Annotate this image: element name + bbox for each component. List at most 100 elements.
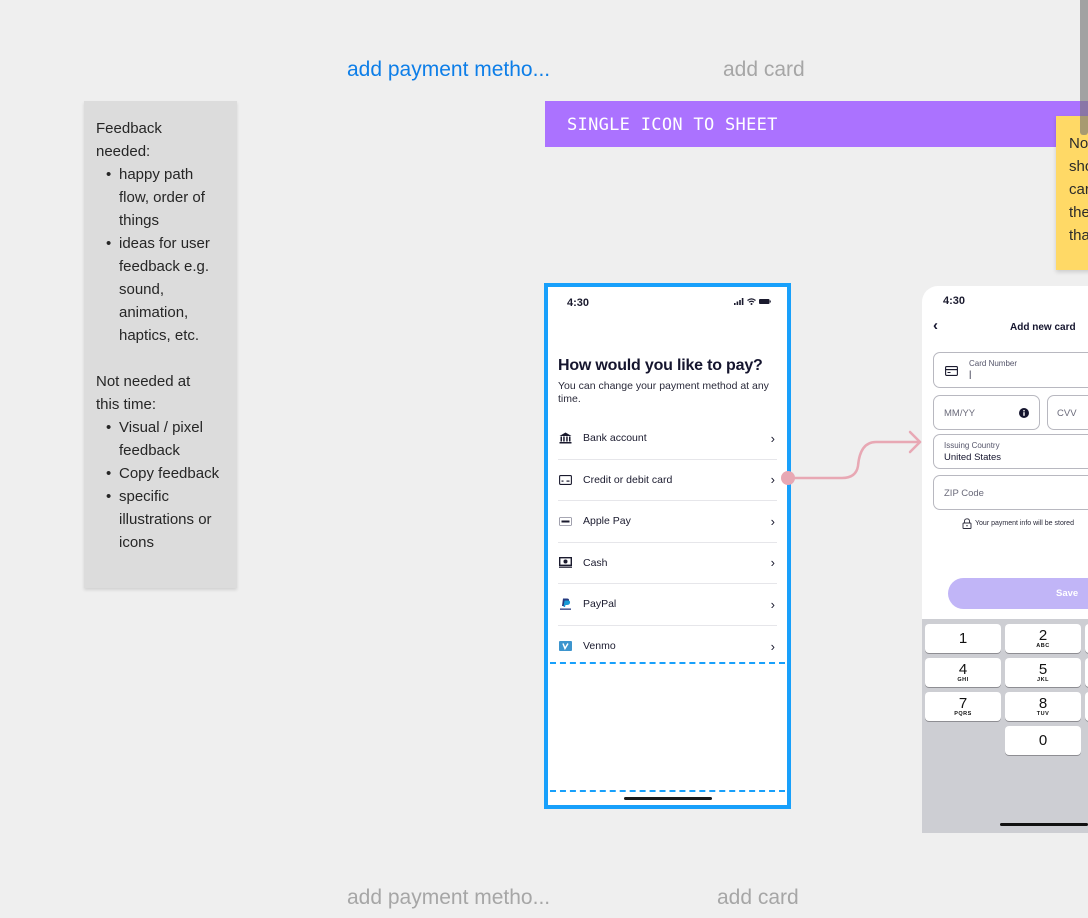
status-time: 4:30 — [943, 295, 966, 307]
chevron-right-icon: › — [770, 638, 775, 654]
home-indicator — [624, 797, 712, 800]
sticky-line: car — [1069, 181, 1088, 198]
cash-icon — [558, 557, 572, 569]
list-item: Visual / pixel feedback — [96, 416, 225, 462]
country-label: Issuing Country — [944, 441, 1000, 450]
expiry-field[interactable]: MM/YY — [933, 395, 1040, 430]
card-number-field[interactable]: Card Number | — [933, 352, 1088, 388]
payment-method-venmo[interactable]: Venmo › — [558, 626, 777, 668]
info-icon[interactable] — [1019, 408, 1029, 418]
zip-code-field[interactable]: ZIP Code — [933, 475, 1088, 510]
payment-method-label: Venmo — [583, 640, 616, 653]
list-item: happy path flow, order of things — [96, 163, 225, 232]
key-5[interactable]: 5 JKL — [1005, 658, 1081, 687]
sticky-heading-not-needed: Not needed at this time: — [96, 373, 191, 413]
wifi-icon — [747, 298, 756, 305]
status-time: 4:30 — [567, 297, 590, 309]
scroll-boundary-bottom — [550, 790, 785, 792]
key-4[interactable]: 4 GHI — [925, 658, 1001, 687]
payment-method-label: Bank account — [583, 432, 647, 445]
key-letters: JKL — [1037, 676, 1049, 683]
secure-note: Your payment info will be stored — [962, 518, 1074, 529]
issuing-country-select[interactable]: Issuing Country United States — [933, 434, 1088, 469]
home-indicator — [1000, 823, 1088, 826]
key-2[interactable]: 2 ABC — [1005, 624, 1081, 653]
payment-method-list: Bank account › Credit or debit card › Ap… — [558, 418, 777, 667]
card-number-cursor: | — [969, 369, 972, 379]
zip-placeholder: ZIP Code — [944, 488, 984, 499]
key-number: 5 — [1038, 660, 1048, 678]
sticky-line: tha — [1069, 227, 1088, 244]
prototype-connector[interactable] — [780, 420, 925, 490]
payment-method-label: Credit or debit card — [583, 473, 673, 486]
bank-icon — [558, 432, 572, 444]
key-8[interactable]: 8 TUV — [1005, 692, 1081, 721]
key-letters: GHI — [957, 676, 969, 683]
venmo-icon — [558, 640, 572, 652]
frame-label-add-card-bottom[interactable]: add card — [717, 886, 799, 910]
sticky-line: the — [1069, 204, 1088, 221]
back-icon[interactable]: ‹ — [933, 318, 938, 333]
sticky-line: No — [1069, 135, 1088, 152]
frame-label-add-payment-method[interactable]: add payment metho... — [347, 58, 550, 82]
sticky-heading-needed: Feedback needed: — [96, 120, 162, 160]
numeric-keypad: 1 2 ABC 4 GHI 5 JKL 7 PQRS 8 TUV 0 — [922, 619, 1088, 833]
page-title: How would you like to pay? — [558, 357, 763, 374]
phone-screen: 4:30 How would you like to pay? You can … — [548, 287, 787, 805]
key-letters: TUV — [1036, 710, 1050, 717]
section-banner[interactable]: SINGLE ICON TO SHEET — [545, 101, 1088, 147]
frame-label-add-card[interactable]: add card — [723, 58, 805, 82]
not-needed-list: Visual / pixel feedback Copy feedback sp… — [96, 416, 225, 554]
key-number: 0 — [1038, 732, 1048, 749]
payment-method-bank-account[interactable]: Bank account › — [558, 418, 777, 460]
card-number-label: Card Number — [969, 359, 1018, 368]
payment-method-credit-card[interactable]: Credit or debit card › — [558, 460, 777, 501]
paypal-icon — [558, 598, 572, 610]
status-icons — [734, 298, 771, 305]
key-1[interactable]: 1 — [925, 624, 1001, 653]
payment-method-label: Apple Pay — [583, 515, 631, 528]
key-letters: PQRS — [954, 710, 972, 717]
battery-icon — [759, 299, 771, 304]
chevron-right-icon: › — [770, 430, 775, 446]
card-icon — [945, 366, 958, 376]
payment-method-paypal[interactable]: PayPal › — [558, 584, 777, 626]
key-number: 1 — [958, 630, 968, 647]
key-number: 2 — [1038, 626, 1048, 644]
secure-note-text: Your payment info will be stored — [975, 520, 1074, 527]
expiry-placeholder: MM/YY — [944, 408, 976, 419]
payment-method-apple-pay[interactable]: Apple Pay › — [558, 501, 777, 543]
key-letters: ABC — [1036, 642, 1050, 649]
signal-icon — [734, 298, 744, 305]
phone-frame-payment-method[interactable]: 4:30 How would you like to pay? You can … — [544, 283, 791, 809]
list-item: Copy feedback — [96, 462, 225, 485]
payment-method-label: Cash — [583, 556, 608, 569]
list-item: ideas for user feedback e.g. sound, anim… — [96, 232, 225, 347]
cvv-placeholder: CVV — [1057, 408, 1077, 419]
scroll-boundary-top — [550, 662, 785, 664]
connector-line — [786, 440, 922, 480]
phone-frame-add-card[interactable]: 4:30 ‹ Add new card Card Number | MM/YY … — [922, 286, 1088, 833]
scrollbar-thumb[interactable] — [1080, 0, 1088, 135]
frame-label-add-payment-method-bottom[interactable]: add payment metho... — [347, 886, 550, 910]
key-number: 8 — [1038, 694, 1048, 712]
apple-pay-icon — [558, 515, 572, 527]
payment-method-cash[interactable]: Cash › — [558, 543, 777, 584]
sticky-note-feedback[interactable]: Feedback needed: happy path flow, order … — [84, 101, 237, 588]
chevron-right-icon: › — [770, 555, 775, 571]
page-subtitle: You can change your payment method at an… — [558, 380, 769, 405]
cvv-field[interactable]: CVV — [1047, 395, 1088, 430]
lock-icon — [962, 518, 972, 529]
chevron-right-icon: › — [770, 596, 775, 612]
key-7[interactable]: 7 PQRS — [925, 692, 1001, 721]
save-button[interactable]: Save — [948, 578, 1088, 609]
key-number: 7 — [958, 694, 968, 712]
sticky-line: sho — [1069, 158, 1088, 175]
sticky-note-yellow[interactable]: No sho car the tha — [1056, 116, 1088, 270]
page-title: Add new card — [1010, 322, 1076, 333]
key-number: 4 — [958, 660, 968, 678]
needed-list: happy path flow, order of things ideas f… — [96, 163, 225, 347]
chevron-right-icon: › — [770, 513, 775, 529]
key-0[interactable]: 0 — [1005, 726, 1081, 755]
chevron-right-icon: › — [770, 472, 775, 488]
